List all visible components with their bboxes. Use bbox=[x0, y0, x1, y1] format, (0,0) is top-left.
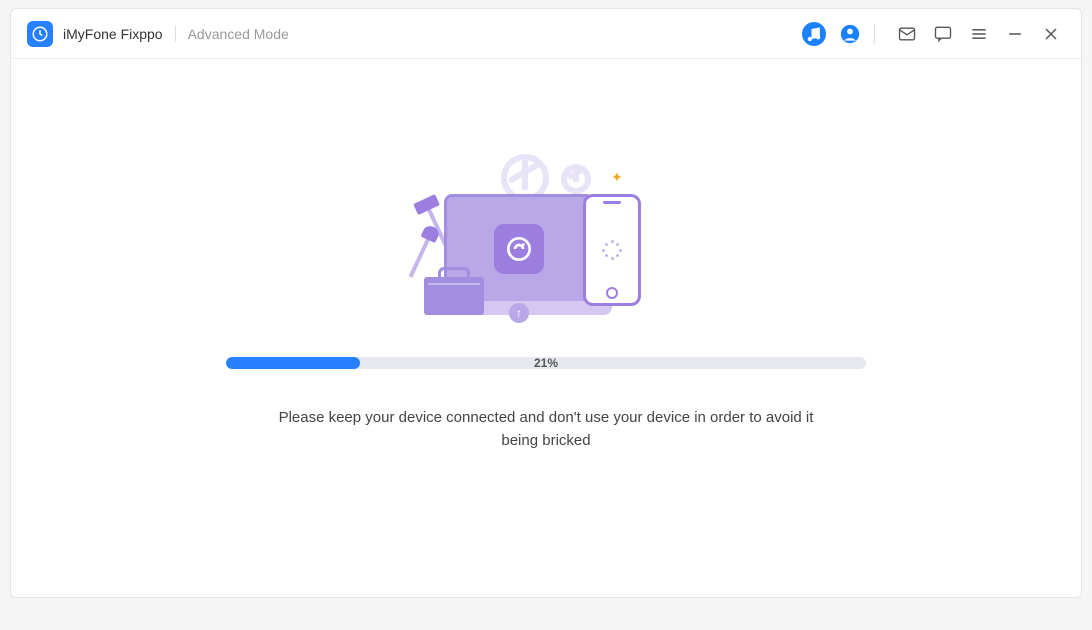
progress-fill bbox=[226, 357, 360, 369]
app-title: iMyFone Fixppo bbox=[63, 26, 163, 42]
titlebar: iMyFone Fixppo Advanced Mode bbox=[11, 9, 1081, 59]
repair-illustration: ✦ ✦ ↑ bbox=[406, 139, 686, 329]
mode-label: Advanced Mode bbox=[188, 26, 289, 42]
phone-icon bbox=[583, 194, 641, 306]
account-icon[interactable] bbox=[836, 20, 864, 48]
main-content: ✦ ✦ ↑ bbox=[11, 59, 1081, 597]
sparkle-icon: ✦ bbox=[611, 169, 621, 179]
toolbox-icon bbox=[424, 277, 484, 315]
app-window: iMyFone Fixppo Advanced Mode bbox=[10, 8, 1082, 598]
minimize-icon[interactable] bbox=[1001, 20, 1029, 48]
music-notify-icon[interactable] bbox=[800, 20, 828, 48]
app-logo-icon bbox=[27, 21, 53, 47]
menu-icon[interactable] bbox=[965, 20, 993, 48]
gear-icon bbox=[561, 164, 591, 194]
upload-icon: ↑ bbox=[509, 303, 529, 323]
loading-spinner-icon bbox=[602, 240, 622, 260]
progress-percent-label: 21% bbox=[534, 356, 558, 370]
mail-icon[interactable] bbox=[893, 20, 921, 48]
progress-bar: 21% bbox=[226, 357, 866, 369]
close-icon[interactable] bbox=[1037, 20, 1065, 48]
app-icon-on-laptop bbox=[494, 224, 544, 274]
feedback-icon[interactable] bbox=[929, 20, 957, 48]
toolbar-divider bbox=[874, 24, 875, 44]
wrench-icon bbox=[409, 235, 432, 277]
status-message: Please keep your device connected and do… bbox=[266, 407, 826, 452]
title-divider bbox=[175, 26, 176, 42]
